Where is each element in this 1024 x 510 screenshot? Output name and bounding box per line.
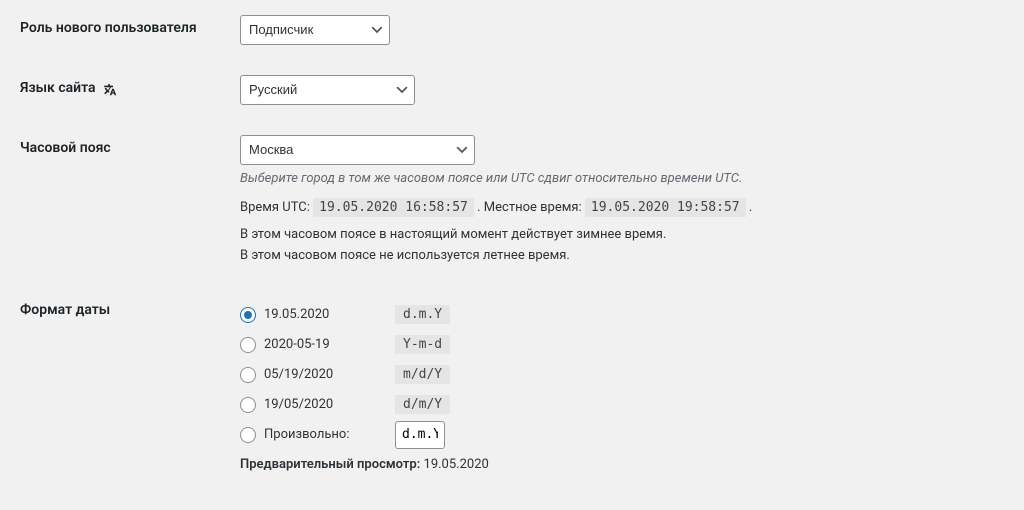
timezone-note: В этом часовом поясе в настоящий момент …	[240, 225, 994, 267]
date-format-code-1: Y-m-d	[395, 335, 450, 354]
date-format-code-0: d.m.Y	[395, 305, 450, 324]
date-format-label: Формат даты	[20, 282, 230, 487]
timezone-select[interactable]: Москва	[240, 135, 475, 165]
site-language-label: Язык сайта	[20, 60, 230, 120]
translate-icon	[101, 80, 117, 96]
timezone-label: Часовой пояс	[20, 120, 230, 282]
date-format-code-2: m/d/Y	[395, 365, 450, 384]
date-format-code-3: d/m/Y	[395, 395, 450, 414]
local-time-value: 19.05.2020 19:58:57	[585, 198, 746, 217]
date-format-option-0[interactable]: 19.05.2020	[240, 307, 395, 323]
date-format-custom-input[interactable]	[395, 421, 445, 449]
date-format-radio-2[interactable]	[240, 367, 256, 383]
date-format-radio-1[interactable]	[240, 337, 256, 353]
role-label: Роль нового пользователя	[20, 0, 230, 60]
date-format-preview: Предварительный просмотр: 19.05.2020	[240, 457, 994, 472]
date-format-radio-0[interactable]	[240, 307, 256, 323]
date-format-option-custom[interactable]: Произвольно:	[240, 427, 395, 443]
role-select[interactable]: Подписчик	[240, 15, 390, 45]
date-format-radio-3[interactable]	[240, 397, 256, 413]
date-format-option-2[interactable]: 05/19/2020	[240, 367, 395, 383]
date-format-option-3[interactable]: 19/05/2020	[240, 397, 395, 413]
site-language-select[interactable]: Русский	[240, 75, 415, 105]
date-format-radio-custom[interactable]	[240, 427, 256, 443]
utc-time-value: 19.05.2020 16:58:57	[313, 198, 474, 217]
timezone-hint: Выберите город в том же часовом поясе ил…	[240, 171, 994, 186]
timezone-times: Время UTC: 19.05.2020 16:58:57 . Местное…	[240, 200, 994, 215]
date-format-option-1[interactable]: 2020-05-19	[240, 337, 395, 353]
date-format-fieldset: 19.05.2020 d.m.Y 2020-05-19 Y-m-d 05/19/…	[240, 297, 994, 472]
